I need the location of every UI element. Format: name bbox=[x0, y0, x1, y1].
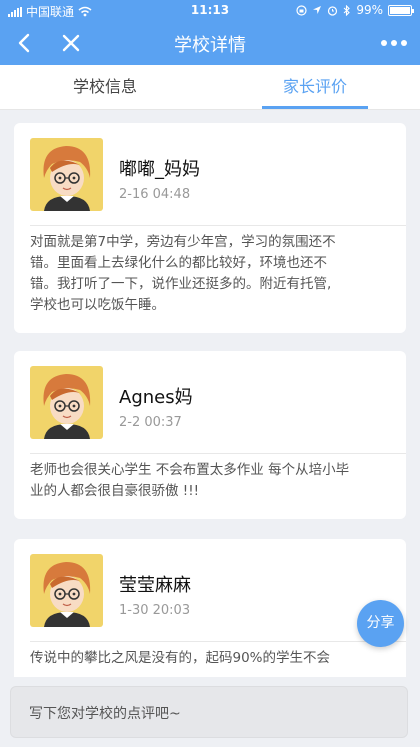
page-title: 学校详情 bbox=[174, 35, 246, 56]
divider bbox=[30, 641, 406, 642]
location-icon bbox=[313, 6, 322, 14]
tab-school-info[interactable]: 学校信息 bbox=[0, 65, 210, 109]
comment-input[interactable]: 写下您对学校的点评吧~ bbox=[10, 686, 408, 738]
review-text: 老师也会很关心学生 不会布置太多作业 每个从培小毕 业的人都会很自豪很骄傲 !!… bbox=[30, 462, 350, 499]
comment-bar: 写下您对学校的点评吧~ bbox=[0, 677, 420, 747]
reviewer-name: 嘟嘟_妈妈 bbox=[119, 159, 200, 180]
review-date: 1-30 20:03 bbox=[119, 603, 191, 618]
alarm-icon bbox=[328, 5, 338, 16]
avatar bbox=[30, 366, 103, 439]
status-bar: 中国联通 11:13 99% bbox=[0, 0, 420, 22]
review-date: 2-2 00:37 bbox=[119, 415, 182, 430]
share-button[interactable]: 分享 bbox=[357, 600, 404, 647]
nav-bar: 学校详情 bbox=[0, 22, 420, 65]
avatar bbox=[30, 138, 103, 211]
review-card: 莹莹麻麻 1-30 20:03 传说中的攀比之风是没有的，起码90%的学生不会 bbox=[14, 539, 406, 687]
avatar bbox=[30, 554, 103, 627]
reviewer-name: Agnes妈 bbox=[119, 387, 193, 408]
review-list[interactable]: 嘟嘟_妈妈 2-16 04:48 对面就是第7中学，旁边有少年宫，学习的氛围还不… bbox=[0, 110, 420, 687]
battery-icon bbox=[388, 4, 414, 16]
review-card: 嘟嘟_妈妈 2-16 04:48 对面就是第7中学，旁边有少年宫，学习的氛围还不… bbox=[14, 123, 406, 333]
battery-percent: 99% bbox=[356, 3, 383, 17]
review-text: 传说中的攀比之风是没有的，起码90%的学生不会 bbox=[30, 650, 331, 666]
more-icon[interactable] bbox=[378, 28, 410, 58]
header-bar: 中国联通 11:13 99% 学校详情 bbox=[0, 0, 420, 65]
tab-bar: 学校信息 家长评价 bbox=[0, 65, 420, 110]
tab-parent-reviews[interactable]: 家长评价 bbox=[210, 65, 420, 109]
divider bbox=[30, 225, 406, 226]
divider bbox=[30, 453, 406, 454]
rotation-lock-icon bbox=[296, 4, 307, 16]
review-date: 2-16 04:48 bbox=[119, 187, 191, 202]
review-text: 对面就是第7中学，旁边有少年宫，学习的氛围还不 错。里面看上去绿化什么的都比较好… bbox=[30, 234, 336, 313]
review-card: Agnes妈 2-2 00:37 老师也会很关心学生 不会布置太多作业 每个从培… bbox=[14, 351, 406, 519]
bluetooth-icon bbox=[343, 4, 351, 16]
reviewer-name: 莹莹麻麻 bbox=[119, 575, 191, 596]
